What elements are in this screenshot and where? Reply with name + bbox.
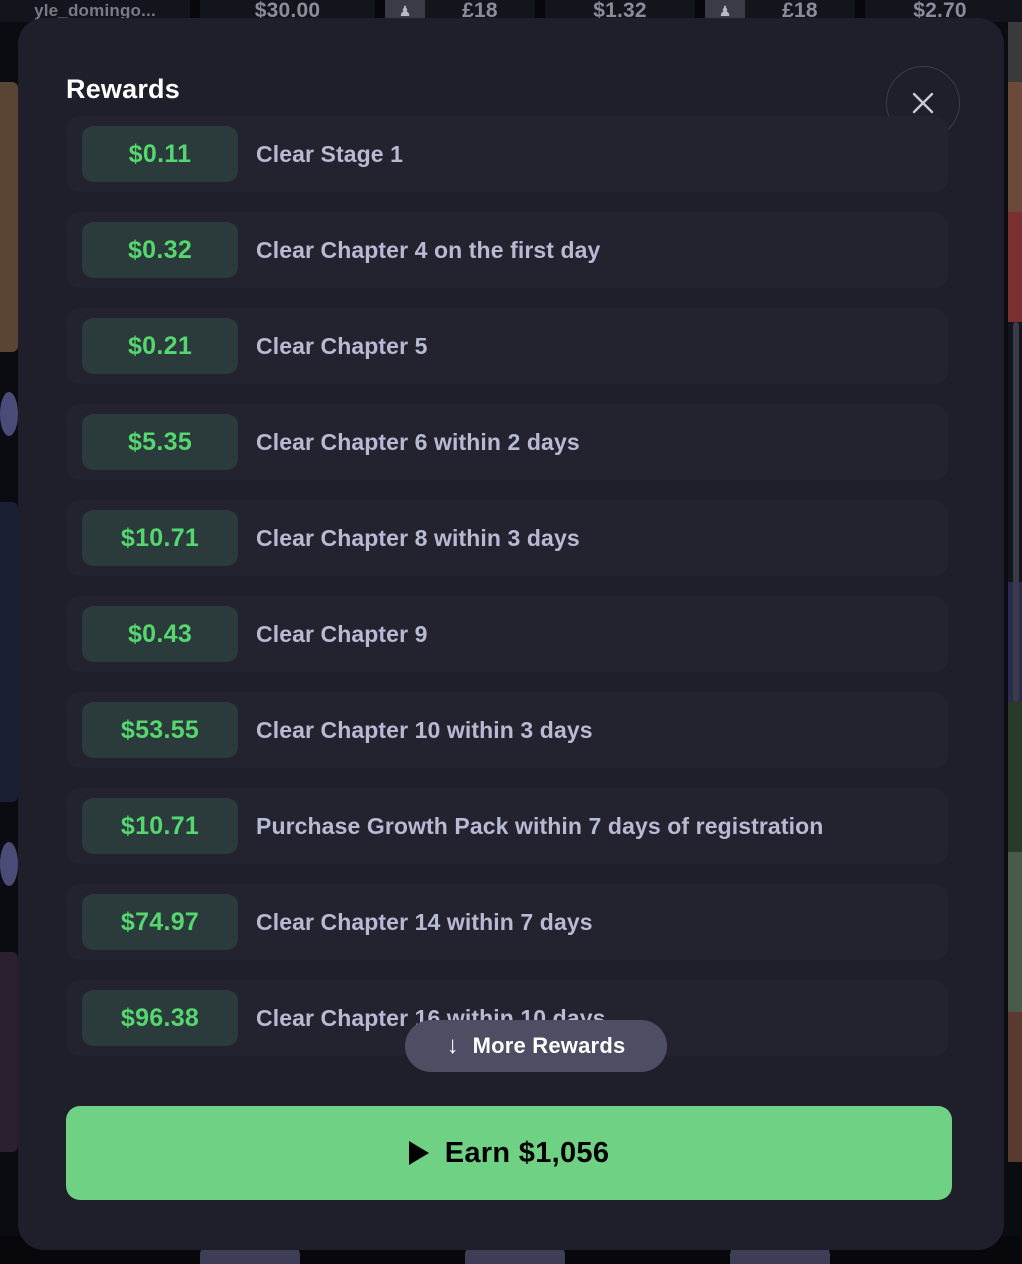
- reward-amount: $10.71: [82, 798, 238, 854]
- reward-task: Clear Chapter 6 within 2 days: [256, 428, 580, 455]
- rewards-list: $0.11 Clear Stage 1 $0.32 Clear Chapter …: [66, 116, 948, 1076]
- reward-task: Clear Chapter 10 within 3 days: [256, 716, 593, 743]
- background-thumbnail: [1008, 212, 1022, 322]
- reward-amount: $0.11: [82, 126, 238, 182]
- reward-row[interactable]: $10.71 Purchase Growth Pack within 7 day…: [66, 788, 948, 864]
- background-avatar: [0, 392, 18, 436]
- reward-row[interactable]: $0.32 Clear Chapter 4 on the first day: [66, 212, 948, 288]
- reward-row[interactable]: $10.71 Clear Chapter 8 within 3 days: [66, 500, 948, 576]
- reward-amount: $74.97: [82, 894, 238, 950]
- reward-task: Clear Chapter 9: [256, 620, 428, 647]
- background-card: [465, 1248, 565, 1264]
- play-icon: [408, 1141, 429, 1165]
- page-title: Rewards: [66, 74, 180, 104]
- reward-row[interactable]: $53.55 Clear Chapter 10 within 3 days: [66, 692, 948, 768]
- background-thumbnail: [1008, 852, 1022, 1012]
- close-icon: [912, 92, 934, 114]
- background-avatar: [0, 842, 18, 886]
- reward-task: Purchase Growth Pack within 7 days of re…: [256, 812, 824, 839]
- reward-amount: $5.35: [82, 414, 238, 470]
- background-card: [200, 1248, 300, 1264]
- background-thumbnail: [0, 952, 18, 1152]
- background-thumbnail: [1008, 82, 1022, 212]
- earn-button[interactable]: Earn $1,056: [66, 1106, 952, 1200]
- reward-amount: $0.43: [82, 606, 238, 662]
- background-card: [730, 1248, 830, 1264]
- more-rewards-label: More Rewards: [472, 1033, 626, 1058]
- background-thumbnail: [0, 82, 18, 352]
- reward-task: Clear Stage 1: [256, 140, 404, 167]
- reward-row[interactable]: $0.21 Clear Chapter 5: [66, 308, 948, 384]
- reward-task: Clear Chapter 5: [256, 332, 428, 359]
- more-rewards-button[interactable]: ↓ More Rewards: [405, 1020, 667, 1072]
- reward-amount: $0.21: [82, 318, 238, 374]
- reward-row[interactable]: $0.11 Clear Stage 1: [66, 116, 948, 192]
- reward-row[interactable]: $0.43 Clear Chapter 9: [66, 596, 948, 672]
- background-thumbnail: [1008, 22, 1022, 82]
- page-scrollbar[interactable]: [1013, 322, 1019, 702]
- background-thumbnail: [1008, 1012, 1022, 1162]
- reward-row[interactable]: $74.97 Clear Chapter 14 within 7 days: [66, 884, 948, 960]
- background-thumbnail: [1008, 702, 1022, 852]
- reward-task: Clear Chapter 4 on the first day: [256, 236, 601, 263]
- reward-amount: $96.38: [82, 990, 238, 1046]
- screen: yle_domingo... $30.00 ♟ £18 $1.32 ♟ £18 …: [0, 0, 1022, 1264]
- earn-button-label: Earn $1,056: [444, 1136, 610, 1169]
- reward-amount: $53.55: [82, 702, 238, 758]
- arrow-down-icon: ↓: [446, 1032, 459, 1059]
- rewards-modal: Rewards $0.11 Clear Stage 1 $0.32 Clear …: [18, 18, 1004, 1250]
- reward-task: Clear Chapter 8 within 3 days: [256, 524, 580, 551]
- reward-amount: $10.71: [82, 510, 238, 566]
- reward-row[interactable]: $5.35 Clear Chapter 6 within 2 days: [66, 404, 948, 480]
- background-thumbnail: [0, 502, 18, 802]
- reward-task: Clear Chapter 14 within 7 days: [256, 908, 593, 935]
- background-right-strip: [1008, 22, 1022, 1264]
- background-left-strip: [0, 22, 18, 1264]
- reward-amount: $0.32: [82, 222, 238, 278]
